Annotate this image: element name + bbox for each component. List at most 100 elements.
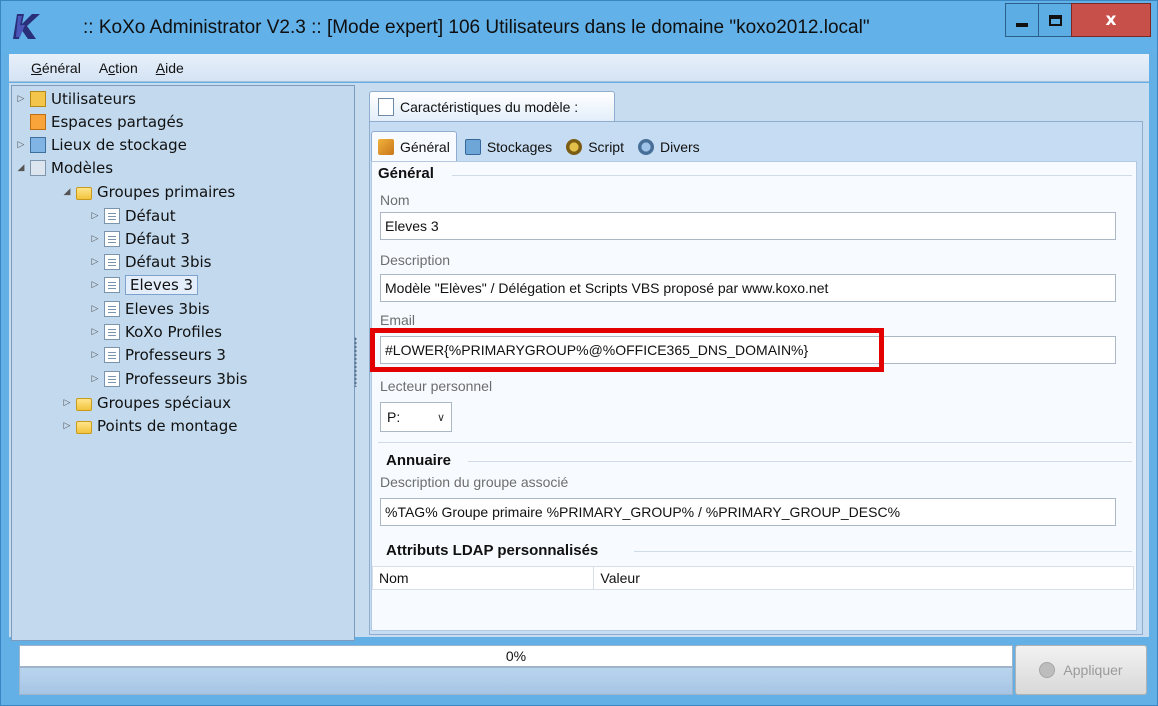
minimize-icon <box>1016 23 1028 27</box>
minimize-button[interactable] <box>1005 3 1039 37</box>
tree-item-groupes-primaires[interactable]: ◢ Groupes primaires <box>62 181 236 203</box>
tree-item-defaut-3[interactable]: ▷ Défaut 3 <box>90 228 190 250</box>
expand-icon[interactable]: ▷ <box>62 421 72 431</box>
tree-item-professeurs-3bis[interactable]: ▷ Professeurs 3bis <box>90 368 248 390</box>
tab-script[interactable]: Script <box>560 133 630 161</box>
section-title-general: Général <box>378 165 434 182</box>
tree-item-label: Eleves 3 <box>125 275 199 295</box>
description-field[interactable]: Modèle "Elèves" / Délégation et Scripts … <box>380 274 1116 302</box>
doc-icon <box>104 208 120 224</box>
expand-icon[interactable]: ▷ <box>90 304 100 314</box>
tab-caracteristiques[interactable]: Caractéristiques du modèle : <box>369 91 615 121</box>
doc-icon <box>104 371 120 387</box>
tab-script-label: Script <box>588 139 624 155</box>
expand-icon[interactable]: ▷ <box>90 280 100 290</box>
tree-item-defaut[interactable]: ▷ Défaut <box>90 205 176 227</box>
tree-item-eleves-3bis[interactable]: ▷ Eleves 3bis <box>90 298 210 320</box>
expand-icon[interactable]: ▷ <box>16 94 26 104</box>
apply-icon <box>1039 662 1056 678</box>
expand-icon[interactable]: ▷ <box>62 398 72 408</box>
tab-divers[interactable]: Divers <box>632 133 706 161</box>
document-icon <box>378 97 394 116</box>
email-label: Email <box>380 312 416 328</box>
expand-icon[interactable]: ▷ <box>16 140 26 150</box>
koxo-logo-icon <box>13 14 40 39</box>
maximize-icon <box>1048 14 1062 26</box>
close-button[interactable]: x <box>1071 3 1151 37</box>
folder-icon <box>76 420 92 434</box>
menu-action[interactable]: Action <box>99 60 138 76</box>
tree-item-points-de-montage[interactable]: ▷ Points de montage <box>62 415 238 437</box>
menu-action-pre: A <box>98 59 109 76</box>
tree-item-label: Groupes spéciaux <box>97 394 232 412</box>
highlight-box <box>370 328 884 372</box>
ldap-col-valeur[interactable]: Valeur <box>594 567 1133 589</box>
tree-item-espaces-partages[interactable]: Espaces partagés <box>30 111 184 133</box>
menu-general-accel: G <box>31 59 42 76</box>
tree-item-label: Eleves 3bis <box>125 300 210 318</box>
tab-caracteristiques-label: Caractéristiques du modèle : <box>400 98 579 115</box>
tab-stockages[interactable]: Stockages <box>459 133 558 161</box>
tab-general-label: Général <box>400 138 450 155</box>
doc-icon <box>104 231 120 247</box>
tree-item-professeurs-3[interactable]: ▷ Professeurs 3 <box>90 344 226 366</box>
divers-icon <box>637 139 654 155</box>
tab-general[interactable]: Général <box>371 131 457 161</box>
expand-icon[interactable]: ▷ <box>90 374 100 384</box>
folder-icon <box>76 397 92 411</box>
tree-item-label: Lieux de stockage <box>51 136 187 154</box>
section-divider <box>452 175 1132 176</box>
chevron-down-icon: ∨ <box>436 410 445 424</box>
nom-field[interactable]: Eleves 3 <box>380 212 1116 240</box>
tree-item-utilisateurs[interactable]: ▷ Utilisateurs <box>16 88 136 110</box>
tree-item-label: KoXo Profiles <box>125 323 222 341</box>
groupe-desc-field[interactable]: %TAG% Groupe primaire %PRIMARY_GROUP% / … <box>380 498 1116 526</box>
tree-item-koxo-profiles[interactable]: ▷ KoXo Profiles <box>90 321 222 343</box>
status-bar <box>19 667 1013 695</box>
users-icon <box>30 91 46 107</box>
tree-item-label: Espaces partagés <box>51 113 184 131</box>
menu-general-rest: énéral <box>41 59 81 76</box>
expand-icon[interactable]: ▷ <box>90 211 100 221</box>
tree-item-eleves-3[interactable]: ▷ Eleves 3 <box>90 274 199 296</box>
doc-icon <box>104 254 120 270</box>
section-divider <box>634 551 1132 552</box>
tree-item-label: Professeurs 3bis <box>125 370 248 388</box>
expand-icon[interactable]: ▷ <box>90 257 100 267</box>
title-bar: :: KoXo Administrator V2.3 :: [Mode expe… <box>1 1 1157 53</box>
menu-bar: Général Action Aide <box>9 54 1149 82</box>
tab-stockages-label: Stockages <box>486 139 553 155</box>
doc-icon <box>104 347 120 363</box>
tree-item-label: Défaut 3 <box>125 230 190 248</box>
doc-icon <box>104 277 120 293</box>
apply-button[interactable]: Appliquer <box>1015 645 1147 695</box>
collapse-icon[interactable]: ◢ <box>16 163 26 173</box>
progress-bar: 0% <box>19 645 1013 667</box>
expand-icon[interactable]: ▷ <box>90 234 100 244</box>
tree-item-groupes-speciaux[interactable]: ▷ Groupes spéciaux <box>62 392 232 414</box>
model-icon <box>30 160 46 176</box>
tree-item-defaut-3bis[interactable]: ▷ Défaut 3bis <box>90 251 212 273</box>
tree-view[interactable]: ▷ Utilisateurs Espaces partagés ▷ Lieux … <box>11 85 355 641</box>
lecteur-select[interactable]: P: ∨ <box>380 402 452 432</box>
tree-item-modeles[interactable]: ◢ Modèles <box>16 157 114 179</box>
menu-action-rest: tion <box>115 59 138 76</box>
expand-icon[interactable]: ▷ <box>90 327 100 337</box>
menu-aide[interactable]: Aide <box>156 60 184 76</box>
lecteur-label: Lecteur personnel <box>380 378 493 394</box>
expand-icon[interactable]: ▷ <box>90 350 100 360</box>
tree-item-label: Utilisateurs <box>51 90 136 108</box>
menu-general[interactable]: Général <box>31 60 81 76</box>
app-window: :: KoXo Administrator V2.3 :: [Mode expe… <box>0 0 1158 706</box>
storage-icon <box>464 139 481 155</box>
maximize-button[interactable] <box>1038 3 1072 37</box>
collapse-icon[interactable]: ◢ <box>62 187 72 197</box>
script-gear-icon <box>566 139 583 155</box>
splitter-handle[interactable] <box>354 337 357 387</box>
tree-item-label: Défaut <box>125 207 176 225</box>
tree-item-label: Points de montage <box>97 417 238 435</box>
menu-aide-rest: ide <box>165 59 184 76</box>
tree-item-lieux-de-stockage[interactable]: ▷ Lieux de stockage <box>16 134 187 156</box>
tab-divers-label: Divers <box>659 139 700 155</box>
ldap-col-nom[interactable]: Nom <box>373 567 595 589</box>
